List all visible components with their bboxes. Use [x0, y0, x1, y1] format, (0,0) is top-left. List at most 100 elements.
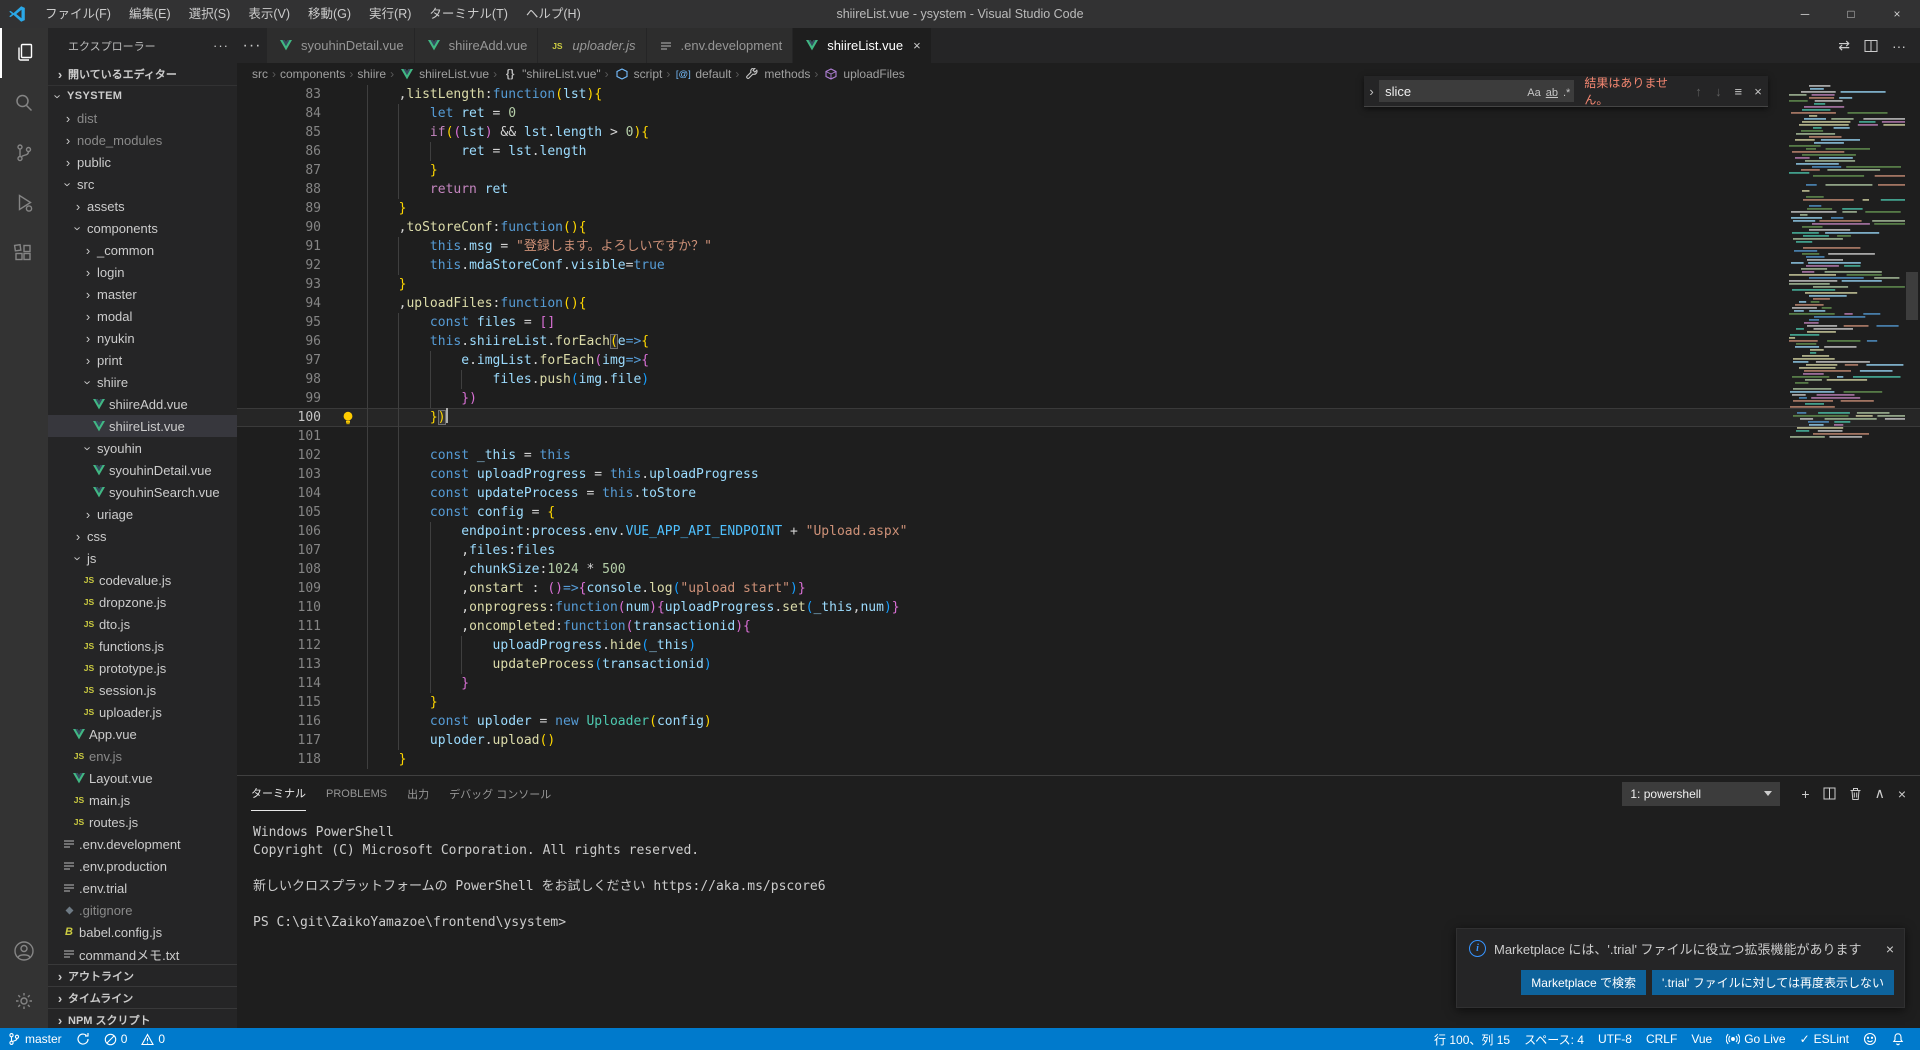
line-number[interactable]: 90	[237, 218, 321, 237]
code-line-89[interactable]: 89 }	[237, 199, 1920, 218]
breadcrumb-script[interactable]: script	[613, 67, 663, 81]
code-line-96[interactable]: 96 this.shiireList.forEach(e=>{	[237, 332, 1920, 351]
breadcrumb-components[interactable]: components	[280, 67, 345, 81]
menu-item[interactable]: 編集(E)	[120, 7, 180, 21]
breadcrumb-src[interactable]: src	[252, 67, 268, 81]
status-notifications[interactable]	[1884, 1028, 1912, 1050]
status-errors[interactable]: 0	[97, 1028, 135, 1050]
sidebar-more-actions-button[interactable]: ···	[213, 38, 229, 53]
maximize-panel-button[interactable]: ∧	[1875, 785, 1885, 802]
line-number[interactable]: 113	[237, 655, 321, 674]
line-number[interactable]: 83	[237, 85, 321, 104]
code-line-98[interactable]: 98 files.push(img.file)	[237, 370, 1920, 389]
tree-folder-components[interactable]: ›components	[48, 217, 237, 239]
line-number[interactable]: 110	[237, 598, 321, 617]
code-line-106[interactable]: 106 endpoint:process.env.VUE_APP_API_END…	[237, 522, 1920, 541]
code-line-107[interactable]: 107 ,files:files	[237, 541, 1920, 560]
code-line-114[interactable]: 114 }	[237, 674, 1920, 693]
activity-explorer-icon[interactable]	[0, 28, 48, 78]
line-number[interactable]: 89	[237, 199, 321, 218]
code-line-92[interactable]: 92 this.mdaStoreConf.visible=true	[237, 256, 1920, 275]
tree-file-shiireAdd.vue[interactable]: shiireAdd.vue	[48, 393, 237, 415]
code-line-88[interactable]: 88 return ret	[237, 180, 1920, 199]
open-editors-header[interactable]: › 開いているエディター	[48, 63, 237, 86]
code-line-94[interactable]: 94 ,uploadFiles:function(){	[237, 294, 1920, 313]
find-in-selection-button[interactable]: ≡	[1728, 84, 1748, 99]
status-cursor-position[interactable]: 行 100、列 15	[1427, 1028, 1517, 1050]
line-number[interactable]: 111	[237, 617, 321, 636]
find-replace-toggle[interactable]: ›	[1364, 84, 1379, 99]
code-line-101[interactable]: 101	[237, 427, 1920, 446]
line-number[interactable]: 117	[237, 731, 321, 750]
panel-tab-デバッグ コンソール[interactable]: デバッグ コンソール	[449, 776, 551, 811]
menu-item[interactable]: ファイル(F)	[36, 7, 120, 21]
new-terminal-button[interactable]: +	[1801, 786, 1809, 802]
regex-toggle[interactable]: .*	[1563, 87, 1570, 99]
line-number[interactable]: 102	[237, 446, 321, 465]
open-changes-icon[interactable]: ⇄	[1838, 37, 1850, 54]
activity-account-icon[interactable]	[0, 926, 48, 976]
kill-terminal-button[interactable]	[1849, 787, 1862, 801]
breadcrumb-shiireList.vue[interactable]: {}"shiireList.vue"	[501, 67, 601, 81]
line-number[interactable]: 109	[237, 579, 321, 598]
tree-file-syouhinDetail.vue[interactable]: syouhinDetail.vue	[48, 459, 237, 481]
line-number[interactable]: 87	[237, 161, 321, 180]
activity-run-debug-icon[interactable]	[0, 178, 48, 228]
tab-shiireList.vue[interactable]: shiireList.vue×	[793, 28, 931, 63]
panel-tab-ターミナル[interactable]: ターミナル	[251, 776, 306, 811]
status-go-live[interactable]: Go Live	[1719, 1028, 1792, 1050]
line-number[interactable]: 88	[237, 180, 321, 199]
line-number[interactable]: 107	[237, 541, 321, 560]
section-タイムライン[interactable]: ›タイムライン	[48, 986, 237, 1009]
dont-show-again-button[interactable]: '.trial' ファイルに対しては再度表示しない	[1652, 970, 1894, 995]
code-line-87[interactable]: 87 }	[237, 161, 1920, 180]
code-line-105[interactable]: 105 const config = {	[237, 503, 1920, 522]
line-number[interactable]: 108	[237, 560, 321, 579]
status-warnings[interactable]: 0	[134, 1028, 172, 1050]
tree-folder-print[interactable]: ›print	[48, 349, 237, 371]
tree-folder-syouhin[interactable]: ›syouhin	[48, 437, 237, 459]
breadcrumb-shiireList.vue[interactable]: shiireList.vue	[398, 67, 489, 81]
tree-file-dropzone.js[interactable]: JSdropzone.js	[48, 591, 237, 613]
line-number[interactable]: 103	[237, 465, 321, 484]
line-number[interactable]: 101	[237, 427, 321, 446]
tree-file-App.vue[interactable]: App.vue	[48, 723, 237, 745]
code-line-90[interactable]: 90 ,toStoreConf:function(){	[237, 218, 1920, 237]
minimap[interactable]	[1787, 85, 1905, 685]
close-button[interactable]: ×	[1874, 0, 1920, 28]
menu-item[interactable]: 実行(R)	[360, 7, 420, 21]
tree-folder-node_modules[interactable]: ›node_modules	[48, 129, 237, 151]
find-input[interactable]: slice Aaab.*	[1379, 80, 1574, 102]
tree-folder-_common[interactable]: ›_common	[48, 239, 237, 261]
line-number[interactable]: 106	[237, 522, 321, 541]
tree-folder-nyukin[interactable]: ›nyukin	[48, 327, 237, 349]
notification-close-button[interactable]: ×	[1886, 941, 1894, 957]
tree-file-dto.js[interactable]: JSdto.js	[48, 613, 237, 635]
code-line-118[interactable]: 118 }	[237, 750, 1920, 769]
code-line-104[interactable]: 104 const updateProcess = this.toStore	[237, 484, 1920, 503]
minimize-button[interactable]: ─	[1782, 0, 1828, 28]
line-number[interactable]: 105	[237, 503, 321, 522]
section-アウトライン[interactable]: ›アウトライン	[48, 964, 237, 987]
activity-settings-icon[interactable]	[0, 976, 48, 1026]
tab-syouhinDetail.vue[interactable]: syouhinDetail.vue	[267, 28, 415, 63]
code-line-100[interactable]: 100 })	[237, 408, 1920, 427]
tree-file-.env.production[interactable]: .env.production	[48, 855, 237, 877]
tree-folder-css[interactable]: ›css	[48, 525, 237, 547]
tree-folder-assets[interactable]: ›assets	[48, 195, 237, 217]
line-number[interactable]: 100	[237, 408, 321, 427]
tree-file-session.js[interactable]: JSsession.js	[48, 679, 237, 701]
code-line-108[interactable]: 108 ,chunkSize:1024 * 500	[237, 560, 1920, 579]
more-actions-icon[interactable]: ···	[1892, 38, 1906, 54]
status-language[interactable]: Vue	[1684, 1028, 1719, 1050]
find-next-button[interactable]: ↓	[1708, 84, 1728, 99]
tree-folder-src[interactable]: ›src	[48, 173, 237, 195]
activity-source-control-icon[interactable]	[0, 128, 48, 178]
code-line-86[interactable]: 86 ret = lst.length	[237, 142, 1920, 161]
tree-file-codevalue.js[interactable]: JScodevalue.js	[48, 569, 237, 591]
line-number[interactable]: 114	[237, 674, 321, 693]
tree-folder-js[interactable]: ›js	[48, 547, 237, 569]
panel-tab-出力[interactable]: 出力	[407, 776, 429, 811]
status-feedback[interactable]	[1856, 1028, 1884, 1050]
status-eol[interactable]: CRLF	[1639, 1028, 1684, 1050]
